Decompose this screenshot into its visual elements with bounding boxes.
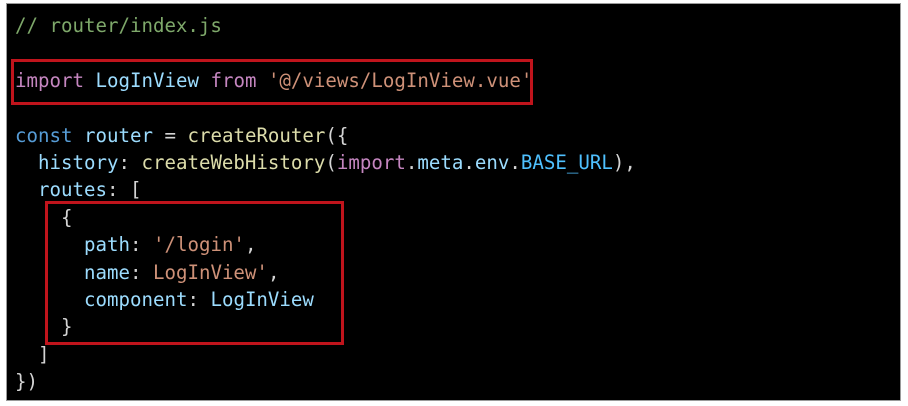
const-keyword: const xyxy=(15,123,73,147)
import-highlight-box xyxy=(11,59,533,105)
history-colon: : xyxy=(118,150,130,174)
create-router-close: }) xyxy=(15,370,38,394)
code-line-6: history: createWebHistory(import.meta.en… xyxy=(15,149,636,176)
code-line-1: // router/index.js xyxy=(15,12,636,39)
env-identifier: env xyxy=(474,150,510,174)
dot-2: . xyxy=(463,150,475,174)
router-identifier: router xyxy=(83,123,153,147)
import-meta-keyword: import xyxy=(336,150,406,174)
base-url-constant: BASE_URL xyxy=(520,150,613,174)
code-screenshot-frame: // router/index.js import LogInView from… xyxy=(6,3,901,401)
open-paren-brace: ({ xyxy=(325,123,349,147)
routes-close-bracket: ] xyxy=(38,342,50,366)
meta-identifier: meta xyxy=(417,150,464,174)
code-line-7: routes: [ xyxy=(15,176,636,203)
dot-1: . xyxy=(405,150,418,174)
routes-colon: : xyxy=(106,178,119,202)
code-line-5: const router = createRouter({ xyxy=(15,122,636,149)
routes-open-bracket: [ xyxy=(129,178,142,202)
dot-3: . xyxy=(509,150,521,174)
create-web-history-call: createWebHistory xyxy=(141,150,326,174)
route-highlight-box xyxy=(45,201,344,345)
routes-property: routes xyxy=(38,178,107,202)
code-line-14: }) xyxy=(15,368,636,395)
assign-operator: = xyxy=(164,123,176,147)
history-property: history xyxy=(38,150,119,174)
history-close: ), xyxy=(612,150,636,174)
file-comment: // router/index.js xyxy=(15,14,222,37)
history-open-paren: ( xyxy=(325,150,337,174)
create-router-call: createRouter xyxy=(187,123,326,147)
